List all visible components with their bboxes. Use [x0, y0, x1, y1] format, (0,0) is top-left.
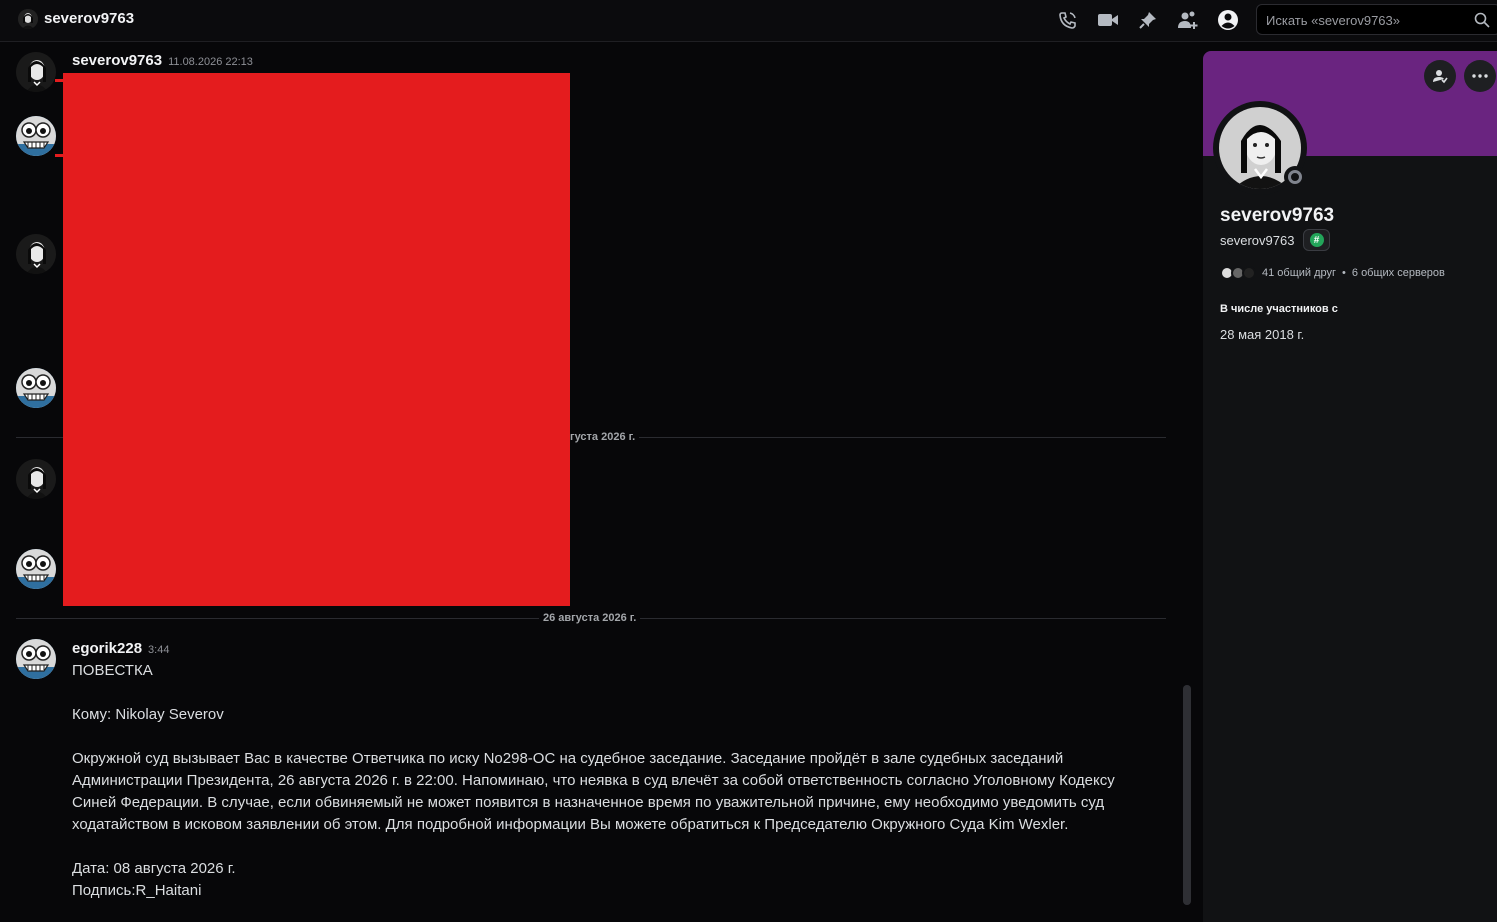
add-friends-to-dm-icon[interactable] [1177, 9, 1199, 31]
message-line: Окружной суд вызывает Вас в качестве Отв… [72, 750, 1115, 833]
message-line: Дата: 08 августа 2026 г. [72, 860, 236, 877]
avatar[interactable] [16, 234, 56, 274]
message-list: severov9763 11.08.2026 22:13 густа 2026 г… [0, 43, 1186, 922]
mutual-friends-link[interactable]: 41 общий друг [1262, 267, 1336, 279]
mutuals-row: 41 общий друг • 6 общих серверов [1220, 266, 1445, 280]
message-username[interactable]: egorik228 [72, 640, 142, 657]
scrollbar[interactable] [1183, 685, 1191, 905]
message-username[interactable]: severov9763 [72, 52, 162, 69]
message-header: severov9763 11.08.2026 22:13 [72, 52, 253, 69]
avatar[interactable] [16, 116, 56, 156]
hashtag-icon: # [1309, 233, 1324, 247]
more-icon [1472, 74, 1488, 78]
user-profile-panel: severov9763 severov9763 # 41 общий друг … [1203, 51, 1497, 922]
date-divider-label: густа 2026 г. [566, 431, 640, 443]
message-content: ПОВЕСТКА Кому: Nikolay Severov Окружной … [72, 660, 1152, 902]
redaction-block [63, 73, 570, 606]
dm-avatar [18, 9, 38, 29]
more-options-button[interactable] [1464, 60, 1496, 92]
avatar[interactable] [16, 639, 56, 679]
message-header: egorik228 3:44 [72, 640, 169, 657]
message-line: Кому: Nikolay Severov [72, 706, 224, 723]
profile-username: severov9763 [1220, 233, 1295, 248]
channel-header: severov9763 Искать «severov9763» [0, 0, 1497, 42]
scroll-thumb[interactable] [1183, 685, 1191, 905]
search-input[interactable]: Искать «severov9763» [1256, 4, 1497, 35]
mutual-servers-link[interactable]: 6 общих серверов [1352, 267, 1445, 279]
user-profile-toggle-icon[interactable] [1217, 9, 1239, 31]
channel-title: severov9763 [44, 10, 135, 27]
add-friend-button[interactable] [1424, 60, 1456, 92]
date-divider-label: 26 августа 2026 г. [539, 612, 641, 624]
member-since-title: В числе участников с [1220, 303, 1338, 315]
status-indicator [1284, 166, 1306, 188]
message-timestamp: 11.08.2026 22:13 [168, 56, 253, 68]
message-line: Подпись:R_Haitani [72, 882, 202, 899]
avatar[interactable] [16, 52, 56, 92]
search-placeholder: Искать «severov9763» [1266, 13, 1400, 28]
mutual-friend-avatar [1242, 266, 1256, 280]
hashtag-badge[interactable]: # [1303, 229, 1330, 251]
avatar[interactable] [16, 368, 56, 408]
search-icon [1474, 12, 1490, 28]
add-friend-icon [1433, 70, 1448, 84]
avatar[interactable] [16, 549, 56, 589]
pinned-messages-icon[interactable] [1137, 9, 1159, 31]
separator-dot: • [1342, 267, 1346, 279]
message-timestamp: 3:44 [148, 644, 170, 656]
member-since-date: 28 мая 2018 г. [1220, 327, 1305, 342]
avatar[interactable] [16, 459, 56, 499]
message-line: ПОВЕСТКА [72, 662, 153, 679]
video-call-icon[interactable] [1097, 9, 1119, 31]
voice-call-icon[interactable] [1057, 9, 1079, 31]
profile-display-name: severov9763 [1220, 205, 1335, 226]
